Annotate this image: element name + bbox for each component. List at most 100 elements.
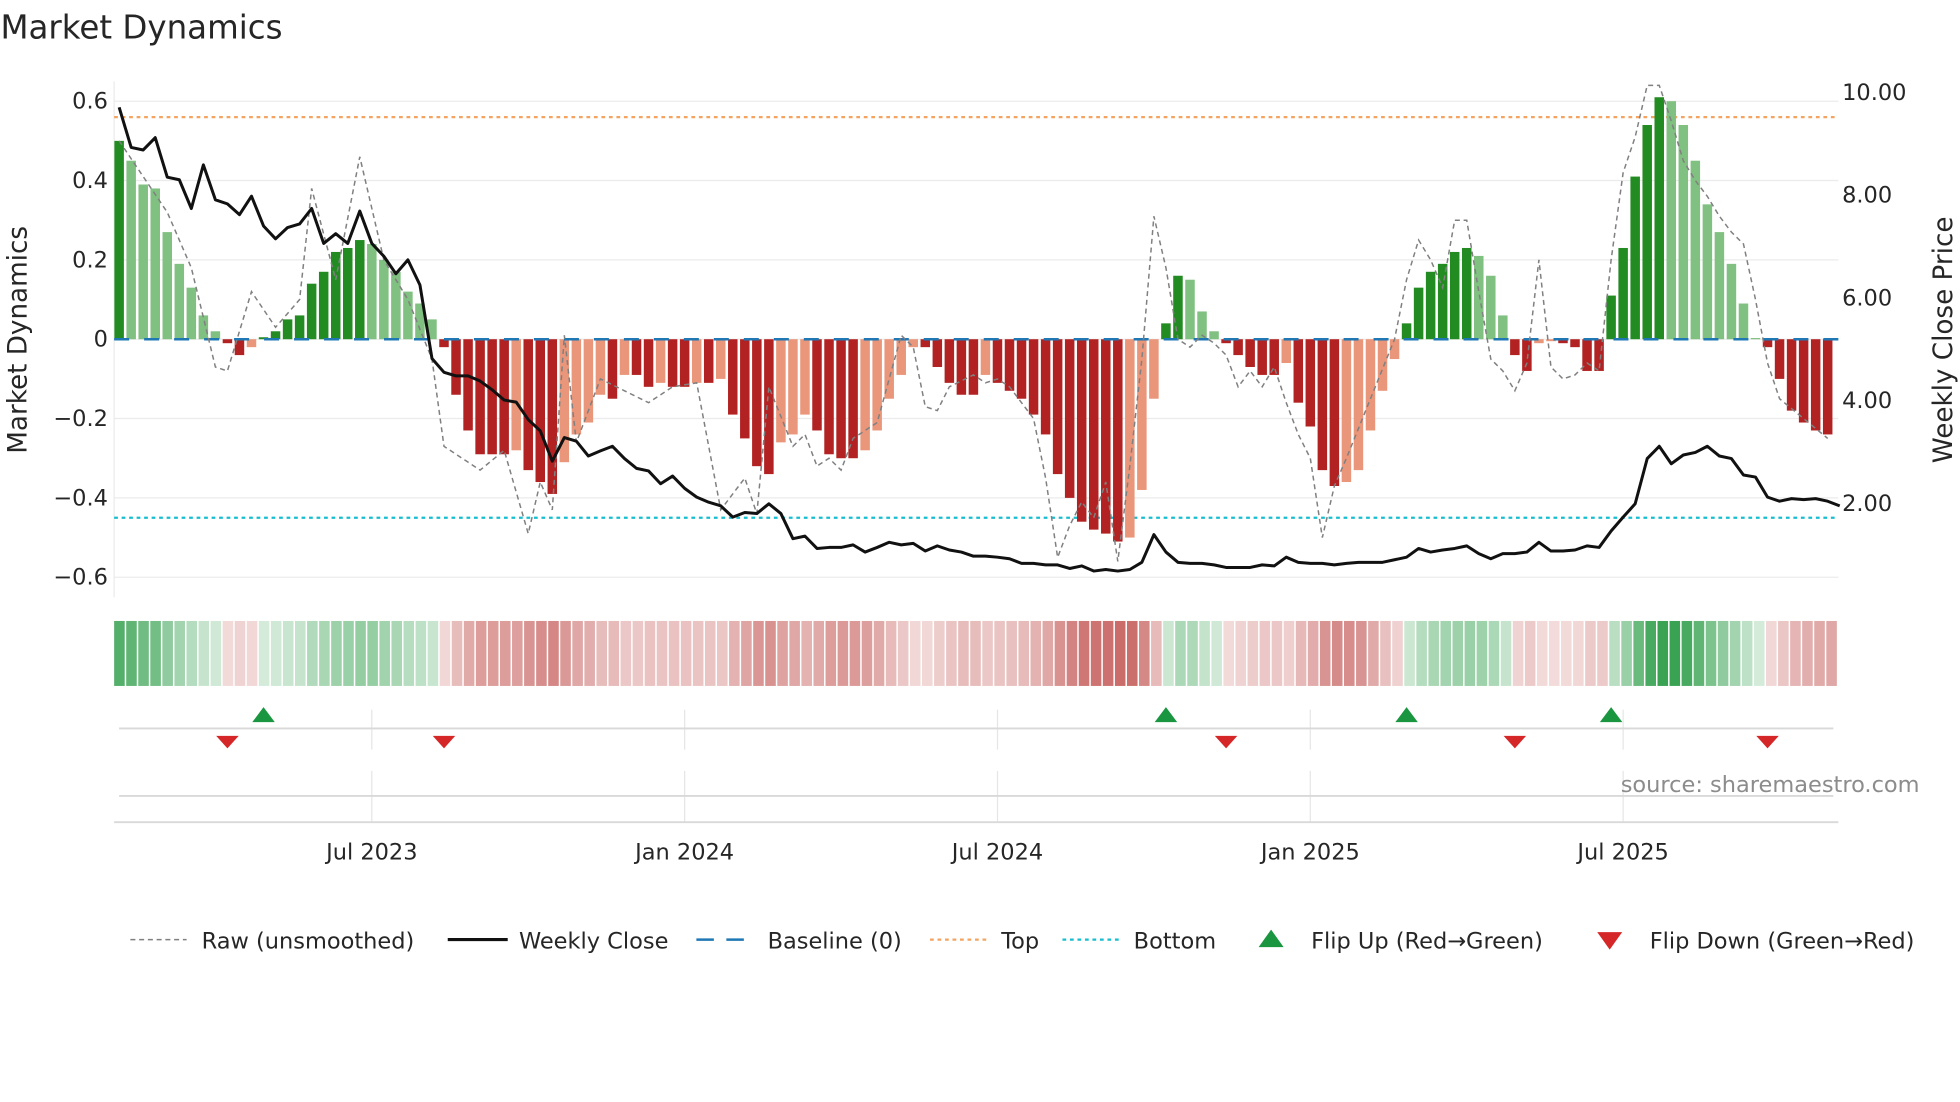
heat-cell (355, 620, 366, 686)
heat-cell (1814, 620, 1825, 686)
heat-cell (729, 620, 740, 686)
bar (1113, 339, 1123, 542)
legend-flip-down-icon (1597, 932, 1623, 950)
bar (451, 339, 461, 395)
heat-cell (536, 620, 547, 686)
heat-cell (1512, 620, 1524, 686)
bar (114, 140, 124, 340)
bar (1654, 97, 1664, 340)
bar (1810, 339, 1821, 431)
heat-cell (680, 620, 692, 686)
heat-cell (1368, 620, 1379, 686)
bar (355, 240, 365, 340)
bar (728, 339, 738, 415)
heat-cell (765, 620, 776, 686)
bar (1413, 287, 1424, 340)
bar (1666, 101, 1677, 340)
bar (294, 315, 305, 340)
heat-cell (307, 620, 318, 686)
bar (1750, 338, 1761, 340)
bar (1281, 339, 1291, 364)
heat-cell (1416, 620, 1427, 686)
heat-cell (1609, 620, 1620, 686)
bar (752, 339, 762, 467)
heat-cell (753, 620, 764, 686)
heat-cell (1524, 620, 1536, 686)
heat-cell (1223, 620, 1234, 686)
legend-label: Baseline (0) (768, 928, 902, 954)
bar (1510, 339, 1520, 356)
heat-cell (1404, 620, 1415, 686)
heat-cell (1126, 620, 1138, 686)
heat-cell (1802, 620, 1813, 686)
bar (1822, 339, 1833, 435)
bar (126, 160, 136, 340)
bar (1726, 263, 1737, 340)
bar (1365, 339, 1376, 431)
bar (1064, 339, 1075, 498)
heat-cell (222, 620, 234, 686)
heat-cell (1693, 620, 1705, 686)
bars (114, 97, 1833, 542)
heat-cell (1344, 620, 1355, 686)
heat-cell (343, 620, 354, 686)
bar (619, 339, 630, 375)
heat-cell (499, 620, 511, 686)
bar (547, 339, 558, 494)
bar (1341, 339, 1352, 483)
bar (1052, 339, 1063, 475)
heat-cell (1102, 620, 1114, 686)
bar (1329, 339, 1340, 486)
flip-panel: Jul 2023 Jan 2024 Jul 2024 Jan 2025 Jul 2025 (114, 707, 1839, 866)
heat-cell (1139, 620, 1150, 686)
heat-cell (801, 620, 812, 686)
heat-cell (1633, 620, 1644, 686)
heat-cell (487, 620, 499, 686)
heat-cell (837, 620, 849, 686)
heat-cell (1283, 620, 1295, 686)
flip-down-marker-icon (1756, 735, 1779, 749)
y-tick-label: 0.2 (72, 247, 108, 273)
heat-cell (270, 620, 282, 686)
heat-cell (873, 620, 885, 686)
bar (174, 263, 185, 340)
bar (1245, 339, 1255, 367)
bar (1293, 339, 1304, 403)
heat-cell (1536, 620, 1548, 686)
heat-cell (512, 620, 523, 686)
heat-cell (1778, 620, 1789, 686)
heat-cell (463, 620, 475, 686)
heat-cell (331, 620, 342, 686)
bar (150, 188, 160, 340)
flip-down-marker-icon (432, 735, 456, 749)
bar (776, 339, 786, 443)
bar (1004, 339, 1015, 391)
heat-cell (1259, 620, 1271, 686)
bar (703, 339, 714, 383)
x-tick-label: Jul 2023 (324, 840, 417, 866)
bar (1173, 275, 1183, 340)
heat-cell (1585, 620, 1596, 686)
heat-cell (379, 620, 390, 686)
bar (1678, 125, 1689, 340)
y-right-tick-label: 6.00 (1842, 285, 1892, 311)
heat-cell (825, 620, 837, 686)
heat-cell (1621, 620, 1632, 686)
flip-down-marker-icon (1214, 735, 1238, 749)
bar (1474, 255, 1484, 340)
bar (1630, 176, 1640, 340)
heat-cell (403, 620, 415, 686)
heat-cell (1235, 620, 1247, 686)
heat-cell (427, 620, 439, 686)
heat-cell (1078, 620, 1090, 686)
heat-strip (114, 620, 1837, 686)
legend-label: Top (1000, 928, 1039, 954)
heat-cell (849, 620, 861, 686)
bar (1522, 339, 1532, 371)
heat-cell (391, 620, 403, 686)
heat-cell (1741, 620, 1753, 686)
heat-cell (897, 620, 909, 686)
heat-cell (1006, 620, 1017, 686)
bar (1317, 339, 1328, 471)
flip-up-marker-icon (252, 707, 275, 723)
